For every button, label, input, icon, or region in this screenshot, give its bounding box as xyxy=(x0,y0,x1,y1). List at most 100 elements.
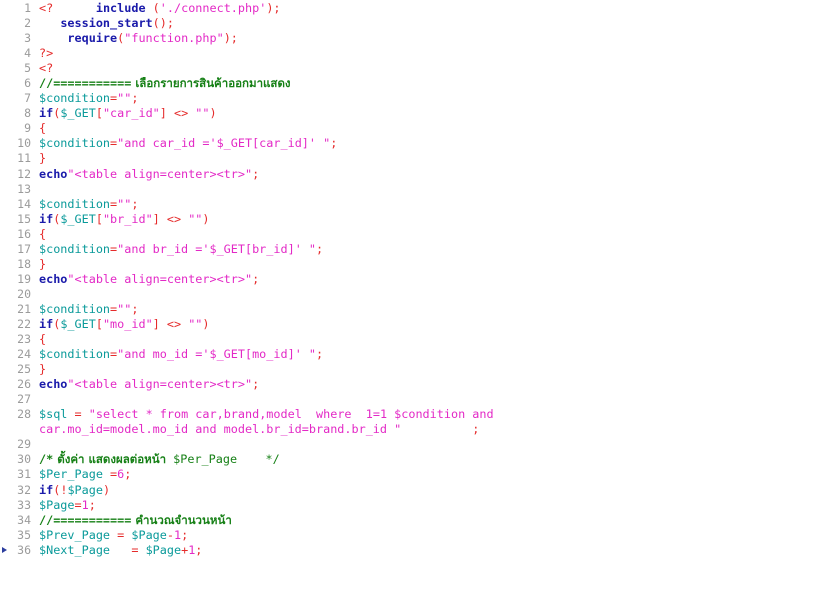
line-marker-slot xyxy=(0,407,9,422)
code-line[interactable]: 2 session_start(); xyxy=(0,16,819,31)
line-number: 14 xyxy=(17,196,31,211)
thai-comment-line6: เลือกรายการสินค้าออกมาแสดง xyxy=(135,76,291,91)
line-number: 30 xyxy=(17,452,31,467)
line-marker-slot xyxy=(0,317,9,332)
code-line[interactable]: 14 $condition=""; xyxy=(0,197,819,212)
line-content: ?> xyxy=(39,46,54,61)
code-line[interactable]: 6 //=========== เลือกรายการสินค้าออกมาแส… xyxy=(0,76,819,91)
line-marker-slot xyxy=(0,91,9,106)
line-number: 17 xyxy=(17,241,31,256)
line-number: 31 xyxy=(17,467,31,482)
line-marker-slot xyxy=(0,302,9,317)
line-marker-slot xyxy=(0,498,9,513)
line-number: 12 xyxy=(17,166,31,181)
line-number: 8 xyxy=(24,106,31,121)
code-line[interactable]: 10 $condition="and car_id ='$_GET[car_id… xyxy=(0,136,819,151)
line-content: car.mo_id=model.mo_id and model.br_id=br… xyxy=(39,422,480,437)
line-marker-slot xyxy=(0,257,9,272)
line-marker-slot xyxy=(0,452,9,467)
line-content: { xyxy=(39,121,47,136)
line-marker-slot xyxy=(0,528,9,543)
line-content: $sql = "select * from car,brand,model wh… xyxy=(39,407,494,422)
code-line[interactable]: 34 //=========== คำนวณจำนวนหน้า xyxy=(0,513,819,528)
line-number: 4 xyxy=(24,46,31,61)
code-line[interactable]: 13 xyxy=(0,182,819,197)
code-line[interactable]: 18 } xyxy=(0,257,819,272)
code-line[interactable]: 9 { xyxy=(0,121,819,136)
line-content: { xyxy=(39,226,47,241)
line-marker-slot xyxy=(0,332,9,347)
code-line[interactable]: 19 echo"<table align=center><tr>"; xyxy=(0,272,819,287)
code-line[interactable]: 5 <? xyxy=(0,61,819,76)
code-line[interactable]: 16 { xyxy=(0,227,819,242)
line-content: <? xyxy=(39,61,54,76)
code-line-wrapped[interactable]: car.mo_id=model.mo_id and model.br_id=br… xyxy=(0,422,819,437)
line-marker-slot xyxy=(0,467,9,482)
code-line[interactable]: 3 require("function.php"); xyxy=(0,31,819,46)
code-line[interactable]: 22 if($_GET["mo_id"] <> "") xyxy=(0,317,819,332)
line-number: 22 xyxy=(17,316,31,331)
thai-comment-line30: ตั้งค่า แสดงผลต่อหน้า xyxy=(57,452,167,467)
line-content: $condition="and mo_id ='$_GET[mo_id]' "; xyxy=(39,347,324,362)
code-line[interactable]: 27 xyxy=(0,392,819,407)
code-line[interactable]: 35 $Prev_Page = $Page-1; xyxy=(0,528,819,543)
code-line[interactable]: 29 xyxy=(0,437,819,452)
line-content: $Per_Page =6; xyxy=(39,467,132,482)
line-marker-slot xyxy=(0,287,9,302)
code-line[interactable]: 17 $condition="and br_id ='$_GET[br_id]'… xyxy=(0,242,819,257)
line-number: 33 xyxy=(17,497,31,512)
line-marker-slot xyxy=(0,437,9,452)
line-content: $Page=1; xyxy=(39,497,96,512)
line-number: 7 xyxy=(24,91,31,106)
line-number: 19 xyxy=(17,271,31,286)
line-number: 23 xyxy=(17,332,31,347)
line-number: 5 xyxy=(24,61,31,76)
code-line[interactable]: 36 $Next_Page = $Page+1; xyxy=(0,543,819,558)
line-number: 9 xyxy=(24,121,31,136)
code-listing[interactable]: 1 <? include ('./connect.php'); 2 sessio… xyxy=(0,0,819,557)
code-line[interactable]: 30 /* ตั้งค่า แสดงผลต่อหน้า $Per_Page */ xyxy=(0,452,819,467)
line-content: } xyxy=(39,362,47,377)
line-marker-slot xyxy=(0,242,9,257)
line-number: 10 xyxy=(17,136,31,151)
line-marker-slot xyxy=(0,76,9,91)
line-marker-slot xyxy=(0,227,9,242)
code-line[interactable]: 4 ?> xyxy=(0,46,819,61)
line-number: 16 xyxy=(17,226,31,241)
code-line[interactable]: 7 $condition=""; xyxy=(0,91,819,106)
code-line[interactable]: 15 if($_GET["br_id"] <> "") xyxy=(0,212,819,227)
line-marker-slot xyxy=(0,272,9,287)
line-content: echo"<table align=center><tr>"; xyxy=(39,166,260,181)
code-line[interactable]: 25 } xyxy=(0,362,819,377)
current-line-marker-icon xyxy=(2,546,7,553)
thai-comment-line34: คำนวณจำนวนหน้า xyxy=(135,512,232,527)
code-line[interactable]: 21 $condition=""; xyxy=(0,302,819,317)
code-line[interactable]: 33 $Page=1; xyxy=(0,498,819,513)
code-line[interactable]: 1 <? include ('./connect.php'); xyxy=(0,1,819,16)
line-content: $Prev_Page = $Page-1; xyxy=(39,527,189,542)
code-line[interactable]: 26 echo"<table align=center><tr>"; xyxy=(0,377,819,392)
code-line[interactable]: 20 xyxy=(0,287,819,302)
line-marker-slot xyxy=(0,167,9,182)
code-line[interactable]: 32 if(!$Page) xyxy=(0,483,819,498)
line-content: $condition=""; xyxy=(39,91,139,106)
line-number: 25 xyxy=(17,362,31,377)
code-line[interactable]: 12 echo"<table align=center><tr>"; xyxy=(0,167,819,182)
code-line[interactable]: 23 { xyxy=(0,332,819,347)
line-marker-slot[interactable] xyxy=(0,543,9,558)
line-content: //=========== คำนวณจำนวนหน้า xyxy=(39,512,232,527)
line-number: 29 xyxy=(17,437,31,452)
line-number: 21 xyxy=(17,301,31,316)
line-marker-slot xyxy=(0,106,9,121)
code-line[interactable]: 24 $condition="and mo_id ='$_GET[mo_id]'… xyxy=(0,347,819,362)
code-line[interactable]: 8 if($_GET["car_id"] <> "") xyxy=(0,106,819,121)
code-line[interactable]: 28 $sql = "select * from car,brand,model… xyxy=(0,407,819,422)
line-marker-slot xyxy=(0,46,9,61)
line-content: <? include ('./connect.php'); xyxy=(39,1,281,15)
code-line[interactable]: 31 $Per_Page =6; xyxy=(0,467,819,482)
line-number: 18 xyxy=(17,256,31,271)
line-marker-slot xyxy=(0,121,9,136)
code-line[interactable]: 11 } xyxy=(0,151,819,166)
line-number: 15 xyxy=(17,211,31,226)
line-number: 34 xyxy=(17,512,31,527)
